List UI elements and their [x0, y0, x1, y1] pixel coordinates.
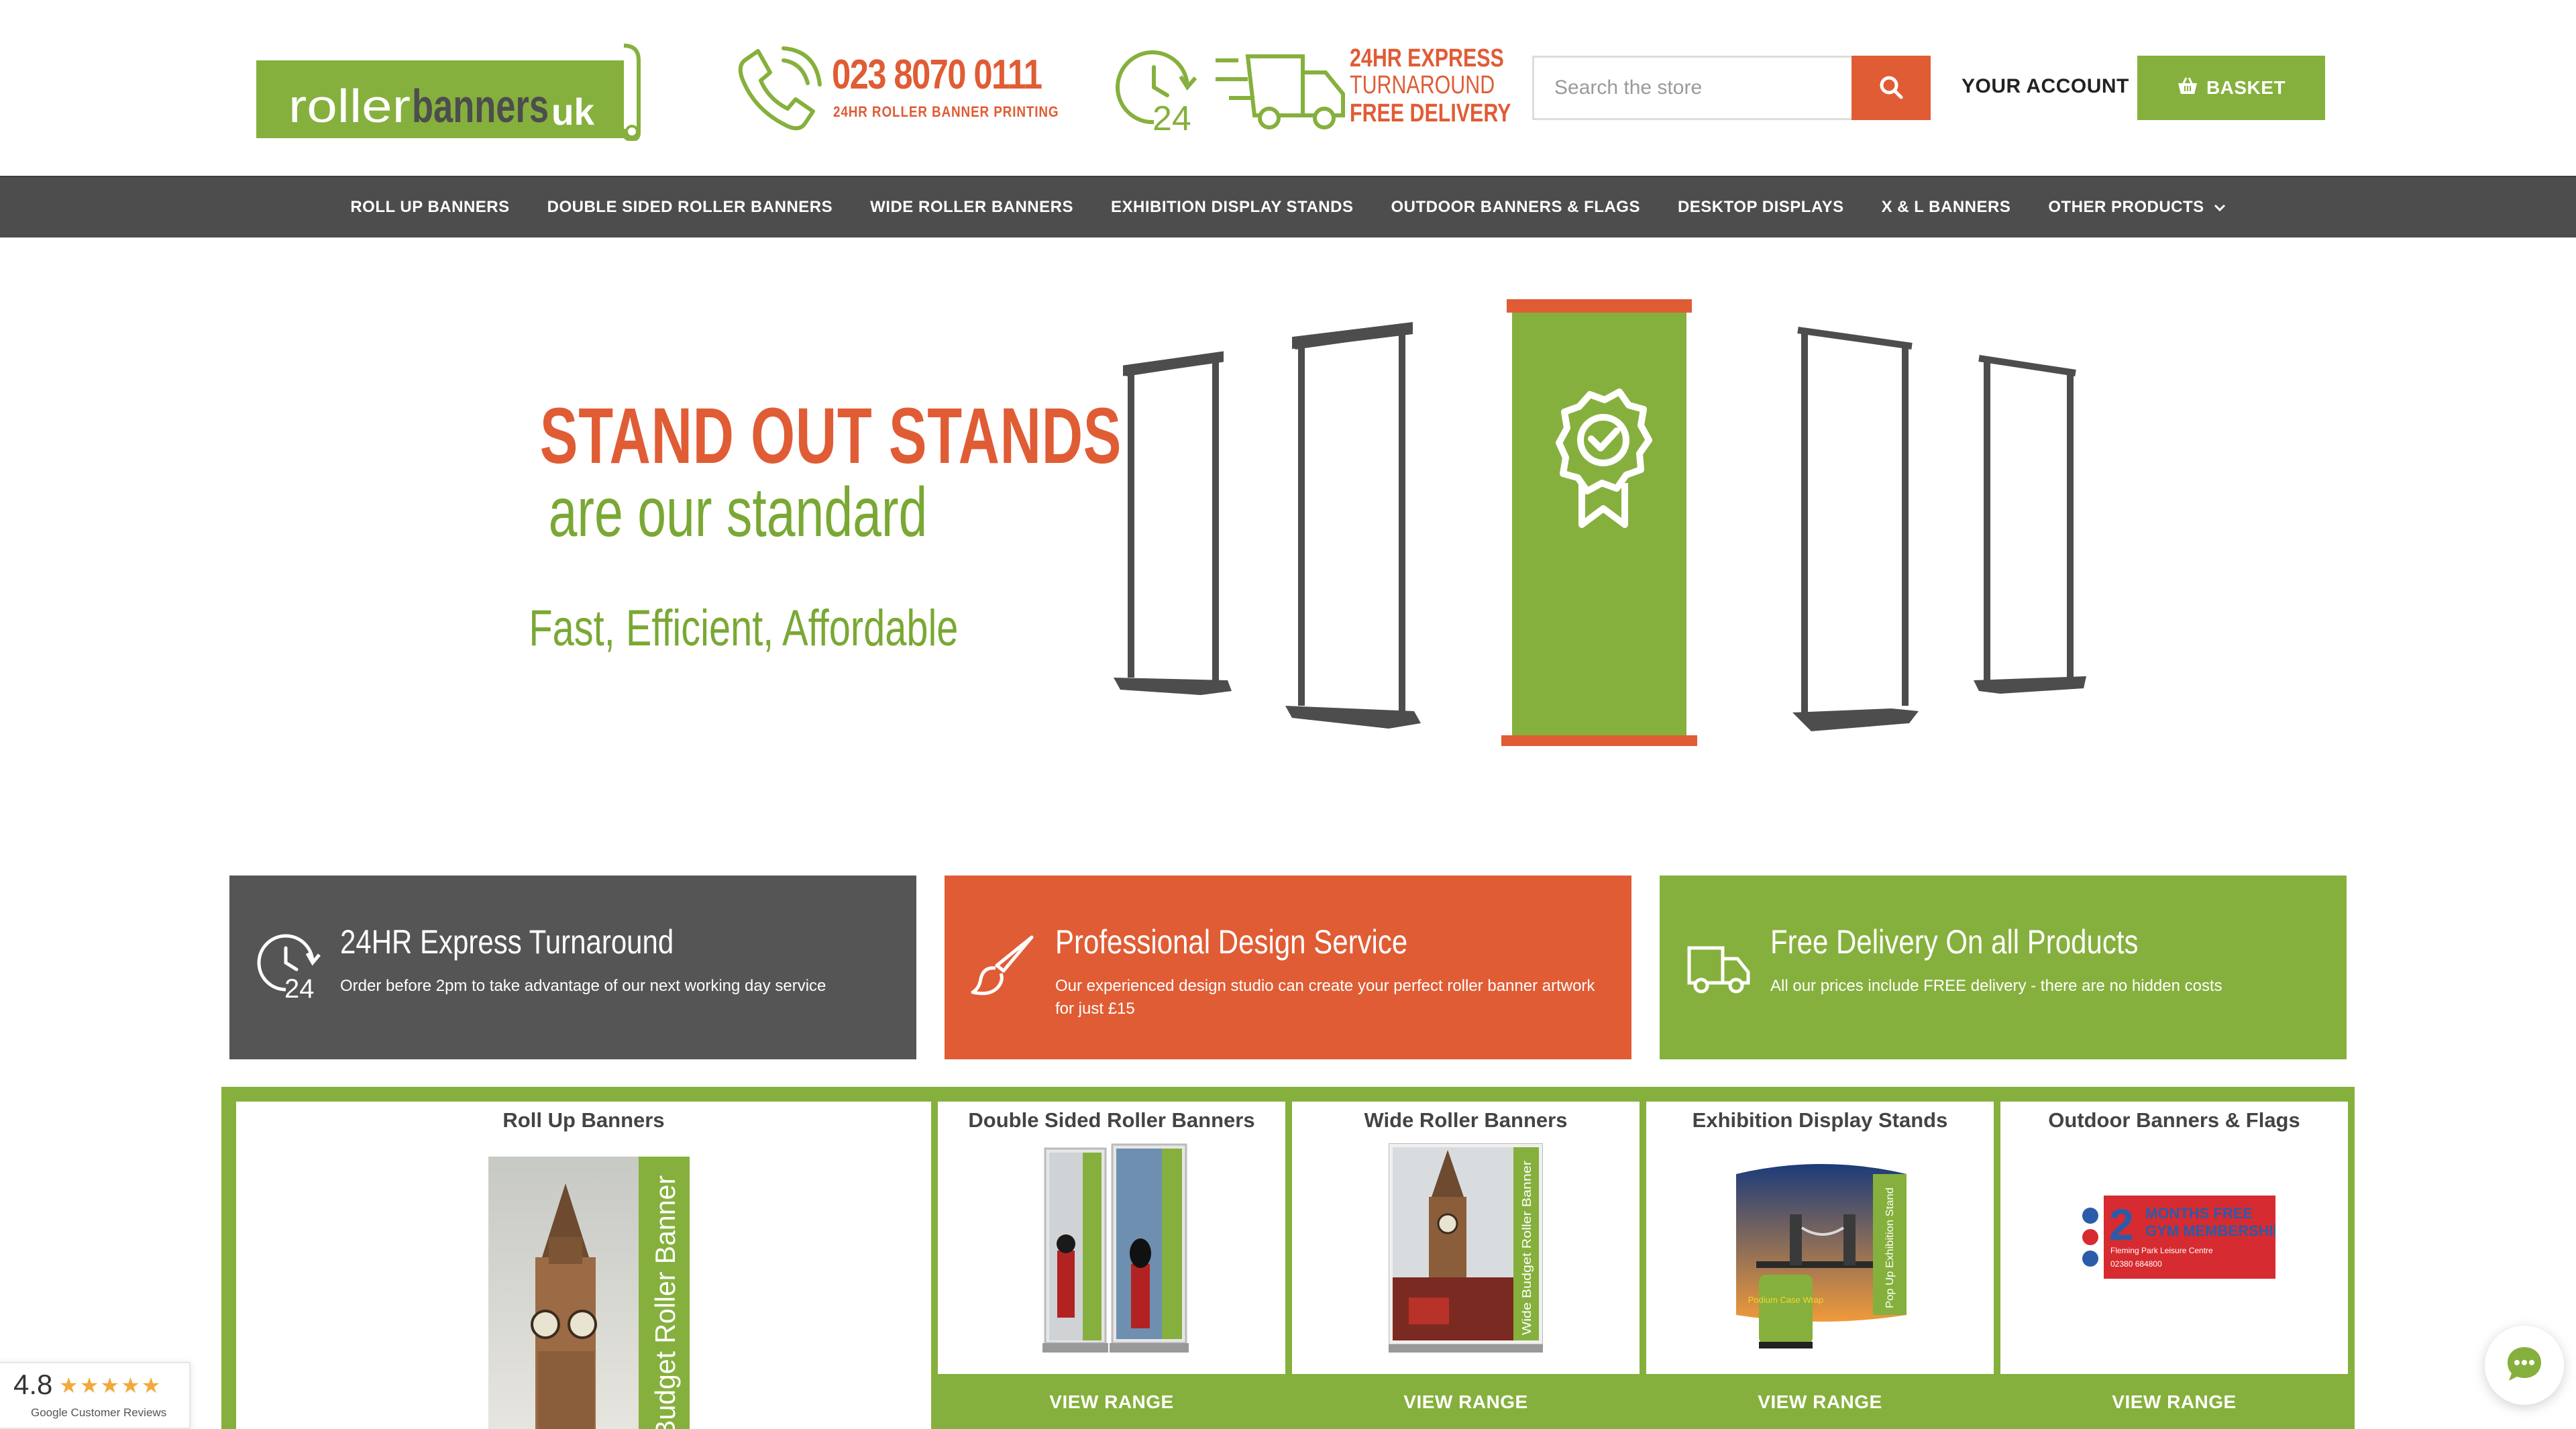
clock-number: 24	[1152, 99, 1191, 134]
nav-item-desktop[interactable]: DESKTOP DISPLAYS	[1678, 198, 1844, 217]
phone-subtitle: 24HR ROLLER BANNER PRINTING	[833, 103, 1059, 120]
paintbrush-icon	[970, 932, 1037, 999]
delivery-line-2: TURNAROUND	[1350, 71, 1495, 99]
podium-case-text: Podium Case Wrap	[1748, 1295, 1823, 1305]
nav-item-x-l-banners[interactable]: X & L BANNERS	[1882, 198, 2011, 217]
feature-title: Professional Design Service	[1055, 923, 1408, 961]
nav-label: DOUBLE SIDED ROLLER BANNERS	[547, 198, 833, 216]
category-wide-roller[interactable]: Wide Roller Banners Wide Budget Roller B…	[1292, 1102, 1640, 1429]
basket-button[interactable]: BASKET	[2137, 56, 2325, 120]
truck-icon	[1685, 932, 1752, 999]
truck-icon	[1214, 47, 1348, 138]
category-title: Roll Up Banners	[502, 1108, 665, 1132]
roll-up-image-text: Budget Roller Banner	[649, 1175, 681, 1429]
chat-icon	[2505, 1344, 2544, 1387]
review-score: 4.8	[13, 1369, 53, 1400]
google-reviews-badge[interactable]: 4.8 ★★★★★ Google Customer Reviews	[0, 1362, 191, 1429]
nav-label: OUTDOOR BANNERS & FLAGS	[1391, 198, 1640, 216]
hero-banner-stands-illustration	[1107, 288, 2100, 758]
logo-word-roller: roller	[288, 80, 411, 132]
stand-outline-2	[1294, 327, 1409, 715]
category-title: Wide Roller Banners	[1364, 1108, 1568, 1132]
stand-outline-4	[1797, 327, 1913, 715]
chat-button[interactable]	[2485, 1326, 2564, 1405]
search-button[interactable]	[1851, 56, 1931, 120]
outdoor-image-line-2: MONTHS FREE	[2145, 1205, 2253, 1222]
nav-item-wide-roller[interactable]: WIDE ROLLER BANNERS	[870, 198, 1073, 217]
search-input[interactable]	[1534, 58, 1854, 118]
roll-up-banner-image: Budget Roller Banner	[488, 1157, 690, 1429]
express-delivery-info: 24 24HR EXPRESS TURNAROUND FREE DELIVERY	[1114, 42, 1511, 138]
wide-roller-image-text: Wide Budget Roller Banner	[1520, 1161, 1534, 1335]
chevron-down-icon	[2214, 198, 2226, 217]
category-roll-up-banners[interactable]: Roll Up Banners Budget Roller Banner	[236, 1102, 931, 1429]
basket-label: BASKET	[2206, 77, 2286, 98]
review-label: Google Customer Reviews	[31, 1406, 167, 1419]
site-logo[interactable]: roller banners uk	[256, 42, 656, 142]
feature-description: Our experienced design studio can create…	[1055, 977, 1595, 1018]
stand-outline-1	[1125, 355, 1223, 682]
search-bar	[1532, 56, 1931, 120]
nav-item-outdoor[interactable]: OUTDOOR BANNERS & FLAGS	[1391, 198, 1640, 217]
clock-24-icon: 24	[1114, 47, 1201, 138]
category-title: Exhibition Display Stands	[1692, 1108, 1948, 1132]
outdoor-image-line-3: GYM MEMBERSHIP	[2145, 1222, 2275, 1239]
feature-design-service: Professional Design Service Our experien…	[945, 876, 1631, 1059]
category-double-sided[interactable]: Double Sided Roller Banners VIEW RANGE	[938, 1102, 1285, 1429]
feature-title: 24HR Express Turnaround	[340, 923, 674, 961]
feature-free-delivery: Free Delivery On all Products All our pr…	[1660, 876, 2347, 1059]
outdoor-banner-image: 2 MONTHS FREE GYM MEMBERSHIP Fleming Par…	[2077, 1196, 2283, 1279]
nav-label: DESKTOP DISPLAYS	[1677, 198, 1844, 216]
view-range-button[interactable]: VIEW RANGE	[2000, 1374, 2348, 1429]
exhibition-stand-image: Pop Up Exhibition Stand Podium Case Wrap	[1729, 1147, 1913, 1351]
nav-item-double-sided[interactable]: DOUBLE SIDED ROLLER BANNERS	[547, 198, 833, 217]
feature-title: Free Delivery On all Products	[1770, 923, 2139, 961]
nav-label: ROLL UP BANNERS	[350, 198, 510, 216]
nav-label: WIDE ROLLER BANNERS	[870, 198, 1073, 216]
category-outdoor-banners[interactable]: Outdoor Banners & Flags 2 MONTHS FREE GY…	[2000, 1102, 2348, 1429]
star-rating-icon: ★★★★★	[59, 1373, 162, 1397]
wide-roller-image: Wide Budget Roller Banner	[1387, 1143, 1544, 1358]
hero-subtitle: are our standard	[548, 474, 928, 551]
hero-title: STAND OUT STANDS	[539, 392, 1122, 480]
category-title: Double Sided Roller Banners	[968, 1108, 1255, 1132]
logo-word-uk: uk	[551, 91, 595, 133]
view-range-button[interactable]: VIEW RANGE	[1646, 1374, 1994, 1429]
feature-express-turnaround: 24 24HR Express Turnaround Order before …	[229, 876, 916, 1059]
nav-label: EXHIBITION DISPLAY STANDS	[1111, 198, 1354, 216]
category-grid: Roll Up Banners Budget Roller Banner Dou…	[221, 1087, 2355, 1429]
phone-number[interactable]: 023 8070 0111	[832, 51, 1042, 99]
exhibition-image-text: Pop Up Exhibition Stand	[1884, 1187, 1896, 1308]
nav-label: OTHER PRODUCTS	[2048, 198, 2204, 216]
basket-icon	[2177, 76, 2198, 100]
outdoor-image-line-5: 02380 684800	[2110, 1259, 2162, 1269]
view-range-button[interactable]: VIEW RANGE	[1292, 1374, 1640, 1429]
nav-item-other-products[interactable]: OTHER PRODUCTS	[2048, 198, 2225, 217]
delivery-line-3: FREE DELIVERY	[1350, 99, 1511, 127]
outdoor-image-line-4: Fleming Park Leisure Centre	[2110, 1246, 2213, 1255]
category-title: Outdoor Banners & Flags	[2048, 1108, 2300, 1132]
clock-24-icon: 24	[255, 932, 322, 1004]
hero-tagline: Fast, Efficient, Affordable	[529, 600, 959, 657]
phone-icon	[738, 46, 822, 136]
delivery-line-1: 24HR EXPRESS	[1350, 44, 1504, 72]
category-exhibition-stands[interactable]: Exhibition Display Stands Pop Up Exhibit…	[1646, 1102, 1994, 1429]
stand-outline-5	[1978, 355, 2076, 682]
feature-clock-number: 24	[284, 974, 315, 999]
stand-center-green	[1501, 299, 1697, 746]
your-account-link[interactable]: YOUR ACCOUNT	[1962, 75, 2129, 98]
logo-word-banners: banners	[412, 80, 549, 132]
nav-item-exhibition[interactable]: EXHIBITION DISPLAY STANDS	[1111, 198, 1353, 217]
feature-description: Order before 2pm to take advantage of ou…	[340, 977, 826, 995]
nav-label: X & L BANNERS	[1881, 198, 2011, 216]
main-navigation: ROLL UP BANNERS DOUBLE SIDED ROLLER BANN…	[0, 176, 2576, 237]
phone-contact[interactable]: 023 8070 0111 24HR ROLLER BANNER PRINTIN…	[738, 46, 1059, 136]
nav-item-roll-up-banners[interactable]: ROLL UP BANNERS	[350, 198, 509, 217]
outdoor-image-number: 2	[2109, 1200, 2134, 1249]
double-sided-image	[1038, 1143, 1199, 1358]
view-range-button[interactable]: VIEW RANGE	[938, 1374, 1285, 1429]
feature-description: All our prices include FREE delivery - t…	[1770, 977, 2222, 995]
search-icon	[1878, 74, 1904, 102]
